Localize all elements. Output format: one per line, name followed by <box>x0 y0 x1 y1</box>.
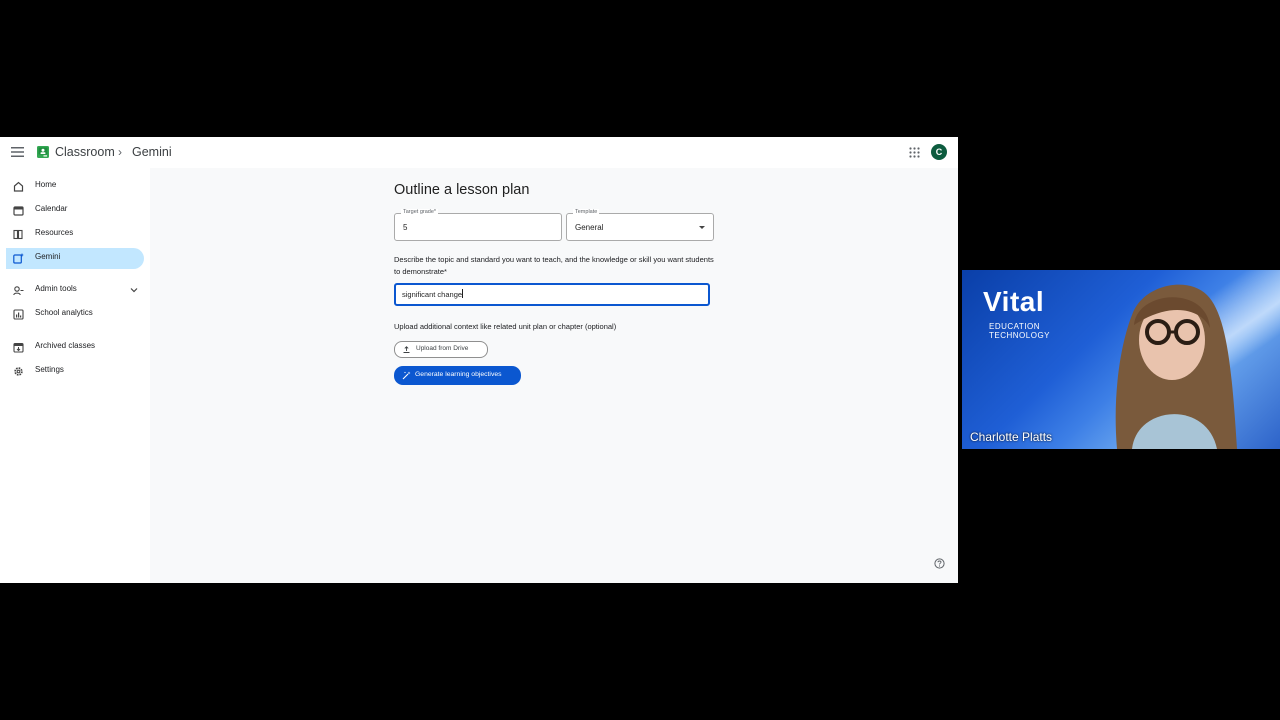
admin-tools-icon <box>13 286 24 296</box>
sidebar-item-gemini[interactable]: Gemini <box>6 248 144 269</box>
resources-icon <box>13 229 23 240</box>
generate-learning-objectives-label: Generate learning objectives <box>415 371 502 378</box>
upload-from-drive-button[interactable]: Upload from Drive <box>394 341 488 358</box>
top-app-bar: Classroom › Gemini C <box>0 137 958 168</box>
breadcrumb-separator: › <box>118 145 122 159</box>
target-grade-field[interactable]: Target grade* 5 <box>394 209 562 241</box>
target-grade-value: 5 <box>403 223 408 232</box>
classroom-logo-icon[interactable] <box>37 146 49 158</box>
target-grade-label: Target grade* <box>401 209 439 215</box>
topic-input[interactable]: significant change <box>394 283 710 306</box>
sidebar-item-archived-classes[interactable]: Archived classes <box>6 337 144 358</box>
sidebar-item-label: Settings <box>35 365 64 374</box>
topic-input-value: significant change <box>402 290 463 299</box>
help-icon[interactable] <box>934 558 945 569</box>
topic-description-label: Describe the topic and standard you want… <box>394 255 714 276</box>
app-title[interactable]: Classroom <box>55 145 115 159</box>
page-title: Outline a lesson plan <box>394 182 530 198</box>
upload-context-label: Upload additional context like related u… <box>394 322 617 331</box>
participant-image <box>1115 284 1237 449</box>
sidebar-item-admin-tools[interactable]: Admin tools <box>6 280 144 301</box>
main-content: Outline a lesson plan Target grade* 5 Te… <box>150 168 958 583</box>
generate-learning-objectives-button[interactable]: Generate learning objectives <box>394 366 521 385</box>
sidebar-item-resources[interactable]: Resources <box>6 224 144 245</box>
participant-video-tile: Vital EDUCATION TECHNOLOGY Charlotte Pla… <box>962 270 1280 449</box>
sidebar-item-settings[interactable]: Settings <box>6 361 144 382</box>
gemini-icon <box>13 253 24 264</box>
sidebar-item-label: Resources <box>35 228 74 237</box>
sidebar-nav: Home Calendar Resources Gemini Admin too… <box>0 168 150 583</box>
participant-name: Charlotte Platts <box>970 430 1053 444</box>
google-apps-icon[interactable] <box>909 147 920 158</box>
sidebar-item-label: Calendar <box>35 204 68 213</box>
chevron-down-icon[interactable] <box>130 286 138 294</box>
sidebar-item-calendar[interactable]: Calendar <box>6 200 144 221</box>
archive-icon <box>13 342 24 353</box>
sidebar-item-school-analytics[interactable]: School analytics <box>6 304 144 325</box>
sidebar-item-label: Home <box>35 180 57 189</box>
upload-icon <box>403 346 410 353</box>
text-caret <box>462 289 464 298</box>
shared-screen: Classroom › Gemini C Home Calendar Resou… <box>0 137 958 583</box>
hamburger-menu-icon[interactable] <box>11 146 24 158</box>
template-select[interactable]: Template General <box>566 209 714 241</box>
gear-icon <box>14 367 23 376</box>
sidebar-item-label: Admin tools <box>35 284 77 293</box>
template-label: Template <box>573 209 600 215</box>
sidebar-item-label: School analytics <box>35 308 93 317</box>
home-icon <box>13 181 24 192</box>
account-avatar[interactable]: C <box>931 144 947 160</box>
dropdown-arrow-icon <box>699 226 705 229</box>
sidebar-item-label: Gemini <box>35 252 61 261</box>
calendar-icon <box>13 206 24 216</box>
sidebar-item-label: Archived classes <box>35 341 96 350</box>
template-value: General <box>575 223 604 232</box>
breadcrumb-current: Gemini <box>132 145 172 159</box>
analytics-icon <box>13 309 24 320</box>
magic-wand-icon <box>402 371 411 380</box>
sidebar-item-home[interactable]: Home <box>6 176 144 197</box>
upload-from-drive-label: Upload from Drive <box>416 345 469 352</box>
